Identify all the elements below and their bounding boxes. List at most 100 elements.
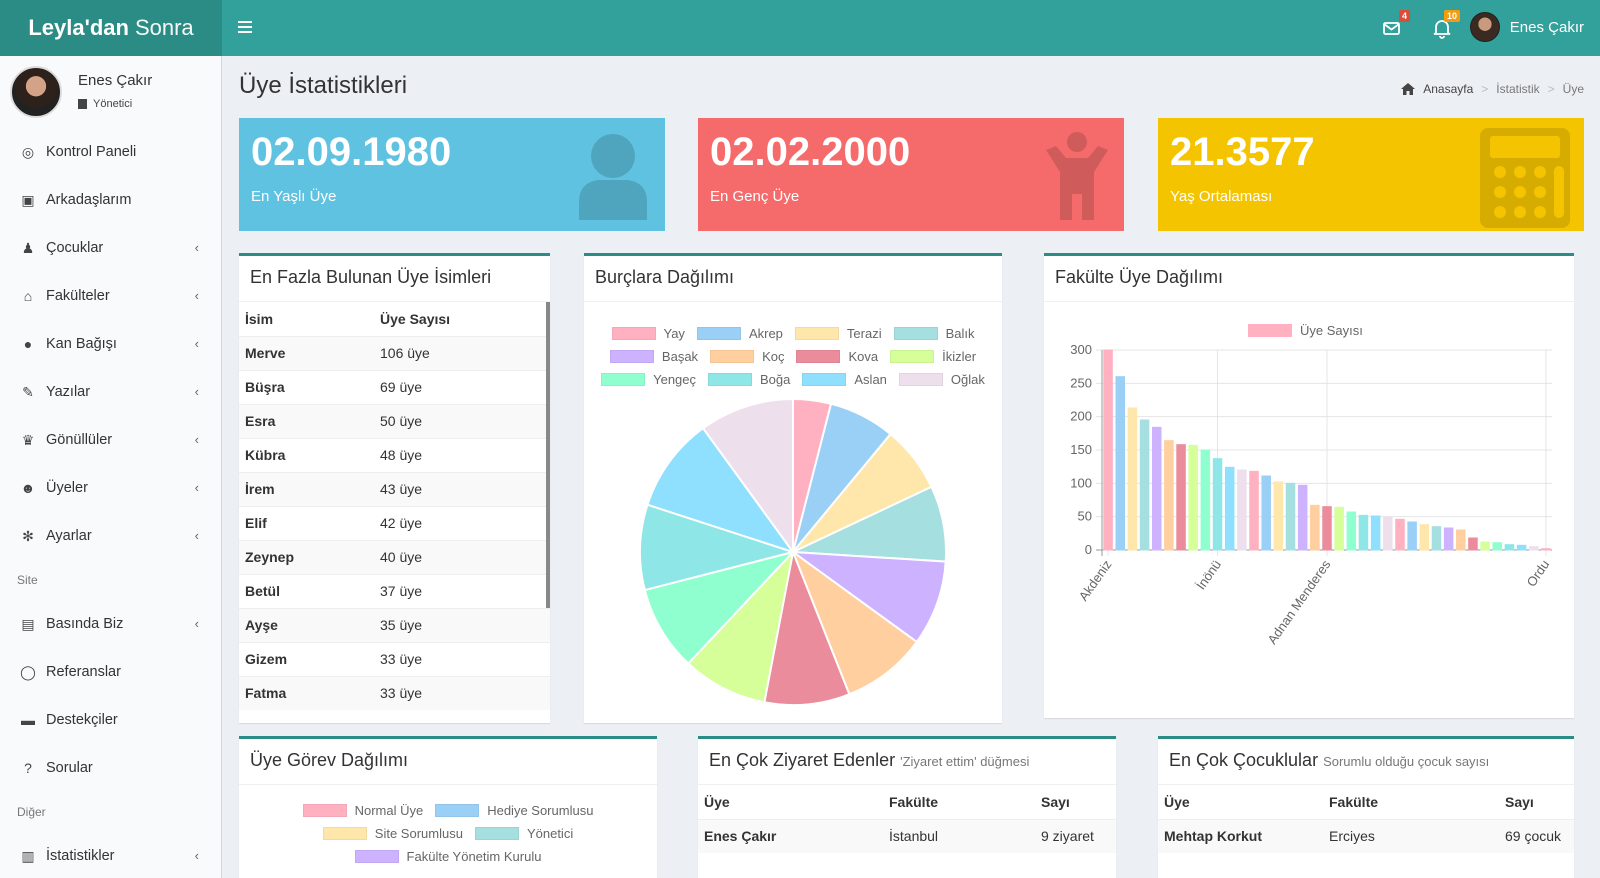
bar[interactable] <box>1346 511 1357 551</box>
bar[interactable] <box>1200 449 1211 551</box>
bar[interactable] <box>1139 419 1150 551</box>
table-cell: 35 üye <box>380 617 423 633</box>
scrollbar[interactable] <box>546 302 550 608</box>
sidebar-item-arkadaslarm[interactable]: ▣ Arkadaşlarım <box>0 176 221 224</box>
bar[interactable] <box>1419 524 1430 551</box>
legend-label: Fakülte Yönetim Kurulu <box>406 849 542 864</box>
sidebar-item-destekciler[interactable]: ▬ Destekçiler <box>0 696 221 744</box>
chevron-left-icon: ‹ <box>194 240 199 255</box>
bar[interactable] <box>1310 504 1320 551</box>
sidebar-item-label: Kontrol Paneli <box>46 144 137 160</box>
user-menu[interactable]: Enes Çakır <box>1469 12 1584 42</box>
sidebar-item-ayarlar[interactable]: ✻ Ayarlar ‹ <box>0 512 221 560</box>
bar[interactable] <box>1127 407 1138 551</box>
bar[interactable] <box>1529 546 1539 551</box>
bar[interactable] <box>1516 544 1527 551</box>
bar[interactable] <box>1480 541 1490 551</box>
bar[interactable] <box>1468 537 1478 551</box>
bar[interactable] <box>1504 544 1515 551</box>
legend-item[interactable]: Fakülte Yönetim Kurulu <box>354 849 542 864</box>
table-cell: 33 üye <box>380 685 423 702</box>
table-cell: Zeynep <box>245 549 295 565</box>
column-header: Üye Sayısı <box>380 310 451 327</box>
bar[interactable] <box>1285 482 1296 551</box>
bar[interactable] <box>1212 458 1223 551</box>
bar[interactable] <box>1443 527 1454 551</box>
legend-item[interactable]: Akrep <box>696 326 783 341</box>
legend-item[interactable]: Terazi <box>794 326 882 341</box>
bar[interactable] <box>1176 444 1186 551</box>
bar[interactable] <box>1492 542 1503 551</box>
column-header: Sayı <box>1505 793 1534 810</box>
legend-swatch <box>435 804 480 817</box>
bar[interactable] <box>1358 514 1369 551</box>
sidebar-item-uyeler[interactable]: ☻ Üyeler ‹ <box>0 464 221 512</box>
bar[interactable] <box>1103 349 1113 551</box>
bar[interactable] <box>1334 506 1344 551</box>
table-row: Mehtap Korkut Erciyes 69 çocuk <box>1158 819 1574 853</box>
breadcrumb-home[interactable]: Anasayfa <box>1423 82 1473 96</box>
legend-swatch <box>708 373 753 386</box>
bar[interactable] <box>1383 516 1393 551</box>
bar[interactable] <box>1431 526 1442 551</box>
legend-item[interactable]: Oğlak <box>898 372 985 387</box>
legend-item[interactable]: Başak <box>609 349 698 364</box>
legend-item[interactable]: Koç <box>710 349 784 364</box>
legend-item[interactable]: Balık <box>893 326 975 341</box>
gear-icon: ✻ <box>22 527 34 544</box>
chevron-left-icon: ‹ <box>194 848 199 863</box>
sidebar-item-kontrol-paneli[interactable]: ◎ Kontrol Paneli <box>0 128 221 176</box>
bar[interactable] <box>1456 529 1466 551</box>
sidebar-item-fakulteler[interactable]: ⌂ Fakülteler ‹ <box>0 272 221 320</box>
legend-item[interactable]: Site Sorumlusu <box>322 826 463 841</box>
sidebar-item-kan-bags[interactable]: ● Kan Bağışı ‹ <box>0 320 221 368</box>
bar[interactable] <box>1322 506 1332 551</box>
legend-item[interactable]: Yengeç <box>601 372 696 387</box>
table-cell: İstanbul <box>889 828 939 845</box>
sidebar-item-label: Arkadaşlarım <box>46 192 132 208</box>
bar[interactable] <box>1297 484 1308 551</box>
legend-item[interactable]: Normal Üye <box>302 803 423 818</box>
legend-item[interactable]: İkizler <box>890 349 976 364</box>
bar[interactable] <box>1370 515 1381 551</box>
bar[interactable] <box>1541 548 1551 551</box>
bar[interactable] <box>1407 521 1417 551</box>
legend-item[interactable]: Hediye Sorumlusu <box>435 803 593 818</box>
user-role-label: Yönetici <box>93 98 133 110</box>
brand-logo[interactable]: Leyla'dan Sonra <box>0 0 222 56</box>
legend-item[interactable]: Boğa <box>708 372 790 387</box>
legend-swatch <box>474 827 519 840</box>
bar[interactable] <box>1395 518 1405 551</box>
bar[interactable] <box>1115 376 1126 551</box>
legend-item[interactable]: Kova <box>796 349 878 364</box>
messages-button[interactable]: 4 <box>1380 10 1410 40</box>
bar[interactable] <box>1224 466 1235 551</box>
breadcrumb-statistics[interactable]: İstatistik <box>1496 82 1539 96</box>
sidebar-item-gonulluler[interactable]: ♛ Gönüllüler ‹ <box>0 416 221 464</box>
bar[interactable] <box>1164 440 1174 551</box>
comment-icon: ◯ <box>20 663 36 680</box>
sidebar-item-label: Sorular <box>46 760 93 776</box>
bar[interactable] <box>1188 444 1198 551</box>
chevron-left-icon: ‹ <box>194 616 199 631</box>
notifications-button[interactable]: 10 <box>1430 10 1460 40</box>
sidebar-item-cocuklar[interactable]: ♟ Çocuklar ‹ <box>0 224 221 272</box>
sidebar-item-referanslar[interactable]: ◯ Referanslar <box>0 648 221 696</box>
sidebar-item-basnda-biz[interactable]: ▤ Basında Biz ‹ <box>0 600 221 648</box>
legend-item[interactable]: Aslan <box>802 372 887 387</box>
legend-item[interactable]: Yay <box>611 326 685 341</box>
home-icon <box>1401 83 1416 95</box>
bar[interactable] <box>1151 426 1162 551</box>
sidebar-item-istatistikler[interactable]: ▥ İstatistikler ‹ <box>0 832 221 878</box>
sidebar-toggle-icon[interactable] <box>238 16 260 38</box>
chevron-left-icon: ‹ <box>194 480 199 495</box>
bar[interactable] <box>1261 475 1271 551</box>
legend-item[interactable]: Yönetici <box>474 826 573 841</box>
bar[interactable] <box>1237 469 1247 551</box>
sidebar-item-yazlar[interactable]: ✎ Yazılar ‹ <box>0 368 221 416</box>
bar[interactable] <box>1249 470 1259 551</box>
names-table-scroll[interactable]: İsim Üye Sayısı Merve 106 üye Büşra 69 üye E… <box>239 302 550 723</box>
legend-item[interactable]: Üye Sayısı <box>1248 323 1363 338</box>
sidebar-item-sorular[interactable]: ? Sorular <box>0 744 221 792</box>
bar[interactable] <box>1273 481 1284 551</box>
